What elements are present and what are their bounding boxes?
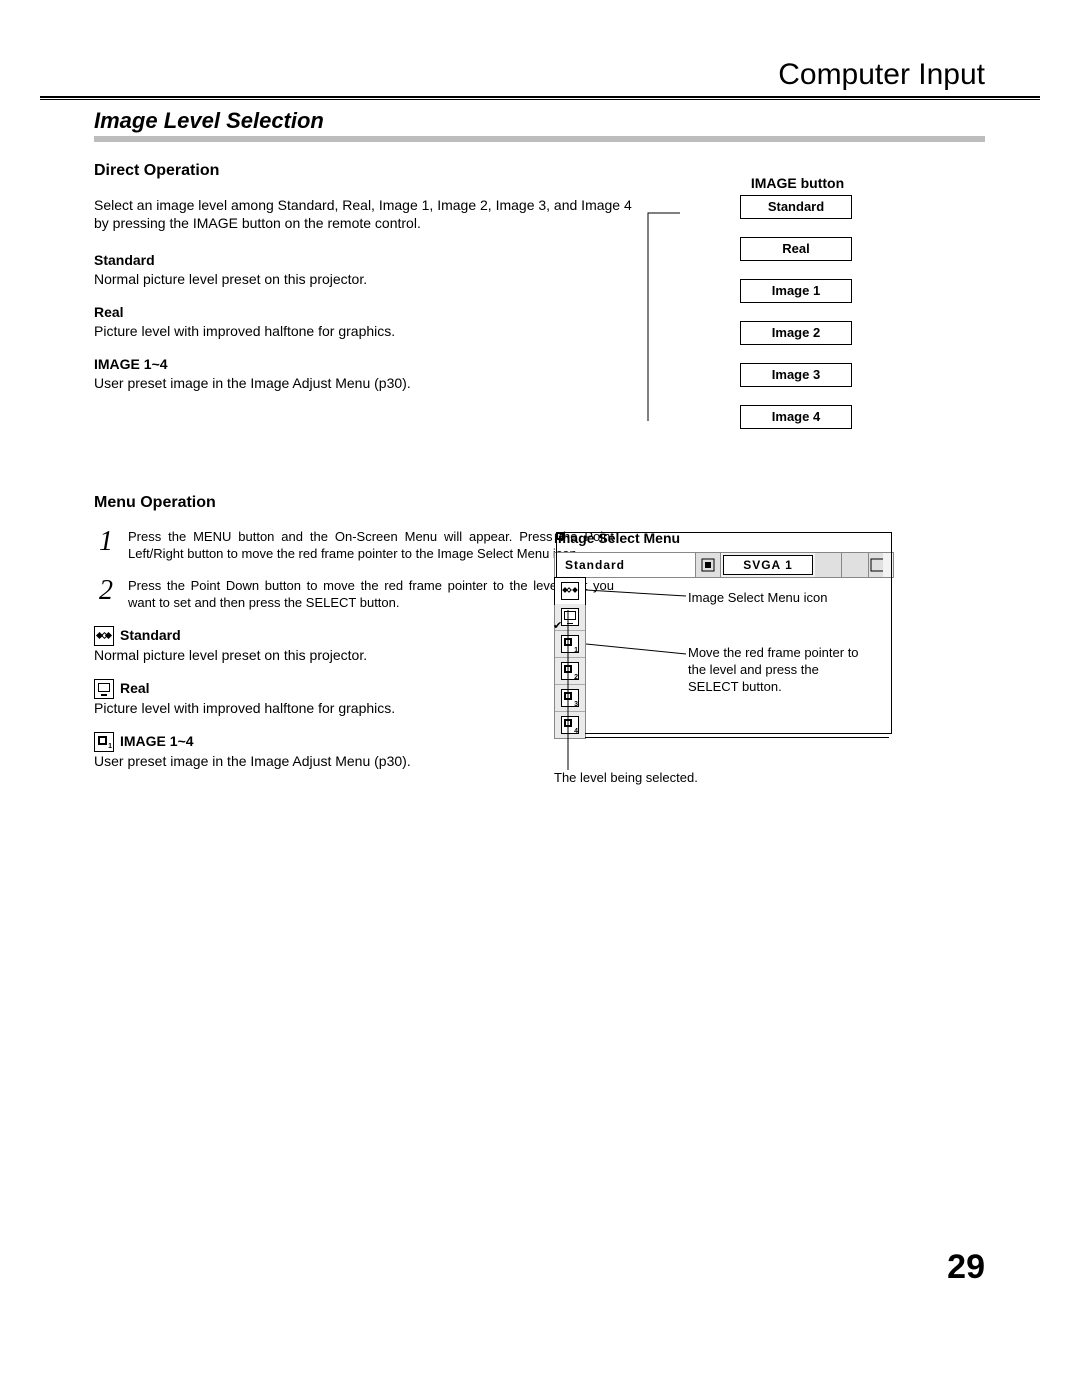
page: Computer Input Image Level Selection Dir… <box>0 0 1080 1397</box>
side-row-standard <box>554 577 586 605</box>
menu-option-real-label: Real <box>120 679 150 698</box>
direct-real-heading: Real <box>94 303 634 322</box>
menu-option-image14-desc: User preset image in the Image Adjust Me… <box>94 752 614 771</box>
image-button-flow: IMAGE button Standard Real Image 1 Image… <box>660 175 910 429</box>
page-header-title: Computer Input <box>778 58 985 92</box>
page-number: 29 <box>947 1248 985 1287</box>
step-text: Press the Point Down button to move the … <box>128 577 614 612</box>
flow-step-real: Real <box>740 237 852 261</box>
menu-bar-icon-1 <box>815 553 842 577</box>
section-rule <box>94 136 985 142</box>
header-rule <box>40 96 1040 100</box>
flow-title: IMAGE button <box>715 175 880 191</box>
flow-step-image3: Image 3 <box>740 363 852 387</box>
step-number: 1 <box>94 528 118 563</box>
callout-image-select-icon: Image Select Menu icon <box>688 590 827 607</box>
callout-level-selected: The level being selected. <box>554 770 814 787</box>
flow-step-image2: Image 2 <box>740 321 852 345</box>
direct-image14-desc: User preset image in the Image Adjust Me… <box>94 374 634 393</box>
step-text: Press the MENU button and the On-Screen … <box>128 528 614 563</box>
direct-real-desc: Picture level with improved halftone for… <box>94 322 634 341</box>
callout-move-pointer: Move the red frame pointer to the level … <box>688 645 868 696</box>
side-row-image1: 1 <box>555 631 585 658</box>
flow-step-image1: Image 1 <box>740 279 852 303</box>
menu-step-2: 2 Press the Point Down button to move th… <box>94 577 614 612</box>
side-row-image2: 2 <box>555 658 585 685</box>
menu-option-real-desc: Picture level with improved halftone for… <box>94 699 614 718</box>
direct-standard-desc: Normal picture level preset on this proj… <box>94 270 634 289</box>
menu-side-icons: ✔ 1 2 3 4 <box>554 577 586 739</box>
menu-option-standard-label: Standard <box>120 626 181 645</box>
menu-option-standard-desc: Normal picture level preset on this proj… <box>94 646 614 665</box>
menu-operation-block: Menu Operation 1 Press the MENU button a… <box>94 492 614 784</box>
menu-operation-heading: Menu Operation <box>94 492 614 514</box>
direct-image14-heading: IMAGE 1~4 <box>94 355 634 374</box>
side-row-real: ✔ <box>555 604 585 631</box>
menu-bar: Standard SVGA 1 <box>554 552 894 578</box>
flow-step-image4: Image 4 <box>740 405 852 429</box>
menu-option-image14: 1 IMAGE 1~4 <box>94 732 614 752</box>
menu-step-1: 1 Press the MENU button and the On-Scree… <box>94 528 614 563</box>
diamonds-icon <box>94 626 114 646</box>
image-select-menu-figure: Image Select Menu Standard SVGA 1 ✔ 1 2 … <box>554 530 894 739</box>
section-title: Image Level Selection <box>94 108 324 134</box>
menu-option-standard: Standard <box>94 626 614 646</box>
menu-option-image14-label: IMAGE 1~4 <box>120 732 194 751</box>
side-row-image4: 4 <box>555 712 585 738</box>
numbered-box-icon: 1 <box>94 732 114 752</box>
monitor-icon <box>94 679 114 699</box>
flow-step-standard: Standard <box>740 195 852 219</box>
step-number: 2 <box>94 577 118 612</box>
direct-standard-heading: Standard <box>94 251 634 270</box>
side-row-image3: 3 <box>555 685 585 712</box>
direct-operation-block: Direct Operation Select an image level a… <box>94 160 634 407</box>
direct-operation-heading: Direct Operation <box>94 160 634 182</box>
menu-option-real: Real <box>94 679 614 699</box>
direct-operation-intro: Select an image level among Standard, Re… <box>94 196 634 234</box>
